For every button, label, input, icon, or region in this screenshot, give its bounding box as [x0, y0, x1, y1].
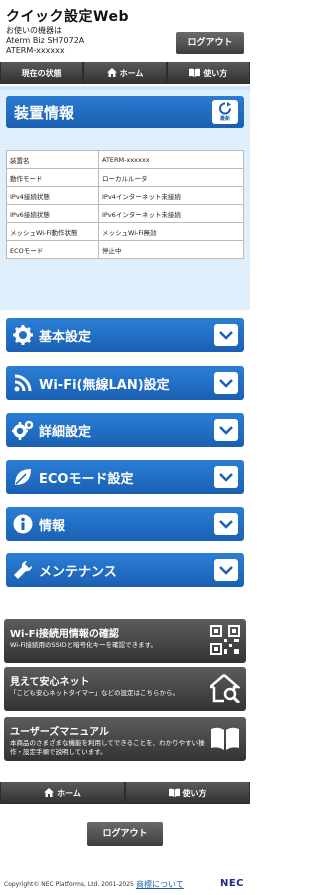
- tile-title: ユーザーズマニュアル: [10, 727, 109, 738]
- nav-home-label: ホーム: [119, 68, 144, 78]
- chevron-down-icon[interactable]: [214, 513, 238, 535]
- tile-desc: 「こども安心ネットタイマー」などの設定はこちらから。: [10, 689, 179, 697]
- logout-button-top[interactable]: ログアウト: [176, 32, 244, 54]
- tile-desc: Wi-Fi接続用のSSIDと暗号化キーを確認できます。: [10, 641, 158, 649]
- refresh-label: 最新: [219, 116, 230, 122]
- chevron-down-icon[interactable]: [214, 419, 238, 441]
- row-value: IPv4インターネット未接続: [98, 186, 244, 205]
- bottom-help-label: 使い方: [182, 788, 207, 798]
- row-value: メッシュWi-Fi無効: [98, 222, 244, 241]
- gear-icon: [12, 324, 34, 346]
- home-search-icon: [210, 674, 240, 703]
- leaf-icon: [12, 466, 34, 488]
- device-info-header: 装置情報 最新: [6, 96, 244, 128]
- row-key: IPv4接続状態: [6, 186, 99, 205]
- table-row: IPv6接続状態 IPv6インターネット未接続: [6, 204, 244, 223]
- row-key: IPv6接続状態: [6, 204, 99, 223]
- row-value: ローカルルータ: [98, 168, 244, 187]
- device-info-text: お使いの機器は Aterm Biz SH7072A ATERM-xxxxxx: [6, 26, 84, 56]
- table-row: IPv4接続状態 IPv4インターネット未接続: [6, 186, 244, 205]
- nec-logo: NEC: [219, 878, 244, 889]
- row-key: 動作モード: [6, 168, 99, 187]
- book-icon: [168, 788, 180, 799]
- device-info-line-3: ATERM-xxxxxx: [6, 46, 65, 55]
- table-row: ECOモード 停止中: [6, 240, 244, 259]
- device-info-line-2: Aterm Biz SH7072A: [6, 36, 85, 45]
- table-row: 動作モード ローカルルータ: [6, 168, 244, 187]
- menu-label: 情報: [39, 518, 66, 534]
- tile-desc: 本商品のさまざまな機能を利用してできることを、わかりやすい操作・設定手順で説明し…: [10, 739, 205, 756]
- book-icon: [189, 68, 201, 79]
- chevron-down-icon[interactable]: [214, 324, 238, 346]
- footer: Copyright© NEC Platforms, Ltd. 2001-2025…: [0, 876, 250, 895]
- menu-advanced-settings[interactable]: 詳細設定: [6, 413, 244, 447]
- row-value: ATERM-xxxxxx: [98, 150, 244, 169]
- bottom-help-button[interactable]: 使い方: [126, 782, 249, 804]
- menu-label: メンテナンス: [39, 564, 117, 580]
- row-key: 装置名: [6, 150, 99, 169]
- device-info-line-1: お使いの機器は: [6, 26, 62, 35]
- header: クイック設定Web お使いの機器は Aterm Biz SH7072A ATER…: [0, 0, 250, 60]
- copyright-text: Copyright© NEC Platforms, Ltd. 2001-2025: [4, 881, 134, 888]
- nav-status-label: 現在の状態: [21, 68, 62, 78]
- menu-label: ECOモード設定: [39, 471, 134, 487]
- bottom-nav: ホーム 使い方: [0, 782, 250, 804]
- row-key: メッシュWi-Fi動作状態: [6, 222, 99, 241]
- table-row: 装置名 ATERM-xxxxxx: [6, 150, 244, 169]
- device-info-title: 装置情報: [14, 103, 75, 122]
- menu-wifi-settings[interactable]: Wi-Fi(無線LAN)設定: [6, 366, 244, 400]
- chevron-down-icon[interactable]: [214, 466, 238, 488]
- logout-button-bottom[interactable]: ログアウト: [87, 822, 163, 846]
- nav-status-button[interactable]: 現在の状態: [1, 62, 83, 84]
- nav-help-button[interactable]: 使い方: [167, 62, 249, 84]
- trademark-link[interactable]: 商標について: [136, 879, 184, 890]
- nav-help-label: 使い方: [203, 68, 228, 78]
- gears-icon: [12, 419, 34, 441]
- menu-label: 基本設定: [39, 329, 92, 345]
- refresh-button[interactable]: 最新: [212, 100, 238, 124]
- device-info-table: 装置名 ATERM-xxxxxx 動作モード ローカルルータ IPv4接続状態 …: [6, 150, 244, 259]
- info-icon: [12, 513, 34, 535]
- tile-wifi-info[interactable]: Wi-Fi接続用情報の確認 Wi-Fi接続用のSSIDと暗号化キーを確認できます…: [4, 619, 246, 663]
- menu-eco-settings[interactable]: ECOモード設定: [6, 460, 244, 494]
- qr-code-icon: [210, 625, 240, 655]
- menu-information[interactable]: 情報: [6, 507, 244, 541]
- table-row: メッシュWi-Fi動作状態 メッシュWi-Fi無効: [6, 222, 244, 241]
- nav-home-button[interactable]: ホーム: [84, 62, 166, 84]
- bottom-home-label: ホーム: [57, 788, 81, 798]
- tile-title: Wi-Fi接続用情報の確認: [10, 629, 119, 640]
- chevron-down-icon[interactable]: [214, 372, 238, 394]
- tile-user-manual[interactable]: ユーザーズマニュアル 本商品のさまざまな機能を利用してできることを、わかりやすい…: [4, 717, 246, 761]
- refresh-icon: [219, 102, 231, 115]
- top-nav: 現在の状態 ホーム 使い方: [0, 62, 250, 84]
- book-icon: [211, 727, 239, 750]
- menu-label: 詳細設定: [39, 424, 92, 440]
- row-key: ECOモード: [6, 240, 99, 259]
- home-icon: [106, 67, 117, 79]
- row-value: IPv6インターネット未接続: [98, 204, 244, 223]
- menu-maintenance[interactable]: メンテナンス: [6, 553, 244, 587]
- wifi-icon: [12, 372, 34, 394]
- bottom-home-button[interactable]: ホーム: [1, 782, 124, 804]
- tile-mieru-anshin-net[interactable]: 見えて安心ネット 「こども安心ネットタイマー」などの設定はこちらから。: [4, 667, 246, 711]
- menu-basic-settings[interactable]: 基本設定: [6, 318, 244, 352]
- tile-title: 見えて安心ネット: [10, 677, 90, 688]
- menu-label: Wi-Fi(無線LAN)設定: [39, 377, 170, 393]
- wrench-icon: [12, 559, 34, 581]
- row-value: 停止中: [98, 240, 244, 259]
- home-icon: [44, 787, 55, 799]
- chevron-down-icon[interactable]: [214, 559, 238, 581]
- app-title: クイック設定Web: [6, 9, 129, 25]
